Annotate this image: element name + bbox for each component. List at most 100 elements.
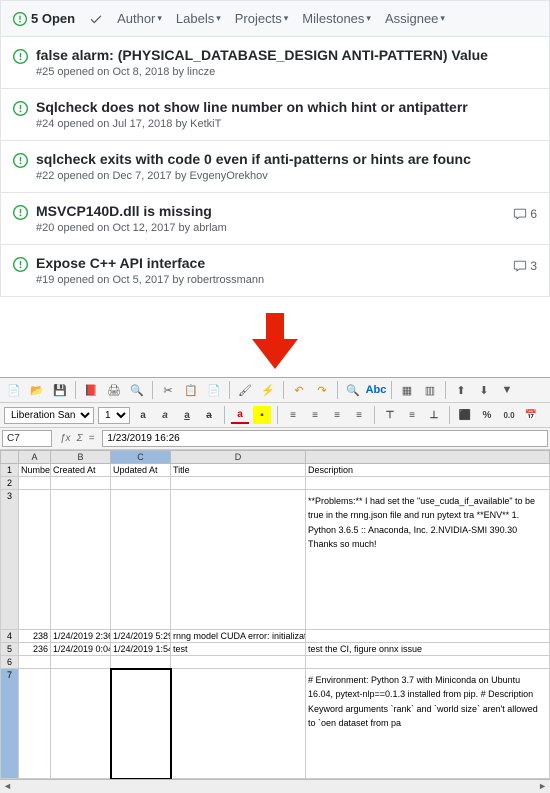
- row-header[interactable]: 6: [1, 656, 19, 669]
- cell[interactable]: 1/24/2019 1:54: [111, 643, 171, 656]
- row-header[interactable]: 4: [1, 630, 19, 643]
- cell[interactable]: test: [171, 643, 306, 656]
- font-color-button[interactable]: a: [231, 406, 249, 424]
- font-size-select[interactable]: 10: [98, 407, 130, 424]
- valign-bot-button[interactable]: ⊥: [425, 406, 443, 424]
- cell[interactable]: test the CI, figure onnx issue: [306, 643, 550, 656]
- horizontal-scrollbar[interactable]: [0, 779, 550, 793]
- italic-button[interactable]: a: [156, 406, 174, 424]
- issue-title[interactable]: Sqlcheck does not show line number on wh…: [36, 99, 537, 115]
- undo-icon[interactable]: ↶: [289, 380, 309, 400]
- open-folder-icon[interactable]: 📂: [27, 380, 47, 400]
- print-icon[interactable]: 🖨: [104, 380, 124, 400]
- column-header[interactable]: C: [111, 451, 171, 464]
- comment-count[interactable]: 3: [513, 259, 537, 273]
- issue-title[interactable]: sqlcheck exits with code 0 even if anti-…: [36, 151, 537, 167]
- issue-title[interactable]: MSVCP140D.dll is missing: [36, 203, 537, 219]
- cell[interactable]: 238: [19, 630, 51, 643]
- grid-corner[interactable]: [1, 451, 19, 464]
- issue-row[interactable]: Sqlcheck does not show line number on wh…: [1, 89, 549, 141]
- column-header[interactable]: [306, 451, 550, 464]
- issue-row[interactable]: MSVCP140D.dll is missing #20 opened on O…: [1, 193, 549, 245]
- issue-row[interactable]: false alarm: (PHYSICAL_DATABASE_DESIGN A…: [1, 37, 549, 89]
- save-icon[interactable]: 💾: [50, 380, 70, 400]
- cell[interactable]: [306, 630, 550, 643]
- cell-header[interactable]: Number: [19, 464, 51, 477]
- sort-asc-icon[interactable]: ⬆: [451, 380, 471, 400]
- clear-format-icon[interactable]: ⚡: [258, 380, 278, 400]
- cell[interactable]: 1/24/2019 0:04: [51, 643, 111, 656]
- row-header[interactable]: 1: [1, 464, 19, 477]
- number-button[interactable]: 0.0: [500, 406, 518, 424]
- cell-reference[interactable]: C7: [2, 430, 52, 447]
- cell[interactable]: rnng model CUDA error: initializatio: [171, 630, 306, 643]
- clone-format-icon[interactable]: 🖌: [235, 380, 255, 400]
- cut-icon[interactable]: ✂: [158, 380, 178, 400]
- projects-filter[interactable]: Projects▾: [235, 11, 289, 26]
- cell-header[interactable]: Created At: [51, 464, 111, 477]
- sum-icon[interactable]: Σ: [77, 433, 83, 444]
- date-button[interactable]: 📅: [522, 406, 540, 424]
- percent-button[interactable]: %: [478, 406, 496, 424]
- font-name-select[interactable]: Liberation Sans: [4, 407, 94, 424]
- labels-filter[interactable]: Labels▾: [176, 11, 221, 26]
- paste-icon[interactable]: 📄: [204, 380, 224, 400]
- cell-header[interactable]: Description: [306, 464, 550, 477]
- milestones-filter[interactable]: Milestones▾: [302, 11, 371, 26]
- closed-issues-tab[interactable]: [89, 12, 103, 26]
- cell[interactable]: # Environment: Python 3.7 with Miniconda…: [306, 669, 550, 779]
- author-filter[interactable]: Author▾: [117, 11, 162, 26]
- red-arrow-icon: [252, 313, 298, 369]
- row-header[interactable]: 2: [1, 477, 19, 490]
- valign-top-button[interactable]: ⊤: [381, 406, 399, 424]
- issue-title[interactable]: false alarm: (PHYSICAL_DATABASE_DESIGN A…: [36, 47, 537, 63]
- align-center-button[interactable]: ≡: [306, 406, 324, 424]
- cell-header[interactable]: Updated At: [111, 464, 171, 477]
- row-header[interactable]: 3: [1, 490, 19, 630]
- cell[interactable]: **Problems:** I had set the "use_cuda_if…: [306, 490, 550, 630]
- spellcheck-icon[interactable]: Abc: [366, 380, 386, 400]
- cell[interactable]: 236: [19, 643, 51, 656]
- row-icon[interactable]: ▦: [397, 380, 417, 400]
- issue-title[interactable]: Expose C++ API interface: [36, 255, 537, 271]
- column-header[interactable]: D: [171, 451, 306, 464]
- col-icon[interactable]: ▥: [420, 380, 440, 400]
- function-wizard-icon[interactable]: ƒx: [60, 433, 71, 444]
- row-header[interactable]: 7: [1, 669, 19, 779]
- spreadsheet-grid[interactable]: A B C D 1 Number Created At Updated At T…: [0, 450, 550, 779]
- cell[interactable]: 1/24/2019 5:29: [111, 630, 171, 643]
- copy-icon[interactable]: 📋: [181, 380, 201, 400]
- cell-header[interactable]: Title: [171, 464, 306, 477]
- find-icon[interactable]: 🔍: [343, 380, 363, 400]
- selected-cell[interactable]: [111, 669, 171, 779]
- strike-button[interactable]: a: [200, 406, 218, 424]
- underline-button[interactable]: a: [178, 406, 196, 424]
- comment-count[interactable]: 6: [513, 207, 537, 221]
- align-right-button[interactable]: ≡: [328, 406, 346, 424]
- filter-icon[interactable]: ▼: [497, 380, 517, 400]
- highlight-button[interactable]: ▪: [253, 406, 271, 424]
- column-header[interactable]: B: [51, 451, 111, 464]
- equals-icon[interactable]: =: [89, 433, 95, 444]
- cell[interactable]: 1/24/2019 2:36: [51, 630, 111, 643]
- preview-icon[interactable]: 🔍: [127, 380, 147, 400]
- align-left-button[interactable]: ≡: [284, 406, 302, 424]
- sort-desc-icon[interactable]: ⬇: [474, 380, 494, 400]
- align-justify-button[interactable]: ≡: [350, 406, 368, 424]
- issue-row[interactable]: sqlcheck exits with code 0 even if anti-…: [1, 141, 549, 193]
- formula-input[interactable]: 1/23/2019 16:26: [102, 430, 548, 447]
- issues-list: false alarm: (PHYSICAL_DATABASE_DESIGN A…: [0, 37, 550, 297]
- redo-icon[interactable]: ↷: [312, 380, 332, 400]
- assignee-filter[interactable]: Assignee▾: [385, 11, 445, 26]
- issue-meta: #24 opened on Jul 17, 2018 by KetkiT: [36, 118, 537, 130]
- export-pdf-icon[interactable]: 📕: [81, 380, 101, 400]
- open-issues-tab[interactable]: 5 Open: [13, 11, 75, 26]
- new-doc-icon[interactable]: 📄: [4, 380, 24, 400]
- column-header[interactable]: A: [19, 451, 51, 464]
- valign-mid-button[interactable]: ≡: [403, 406, 421, 424]
- currency-button[interactable]: ⬛: [456, 406, 474, 424]
- bold-button[interactable]: a: [134, 406, 152, 424]
- issue-row[interactable]: Expose C++ API interface #19 opened on O…: [1, 245, 549, 296]
- row-header[interactable]: 5: [1, 643, 19, 656]
- table-row: 5 236 1/24/2019 0:04 1/24/2019 1:54 test…: [1, 643, 550, 656]
